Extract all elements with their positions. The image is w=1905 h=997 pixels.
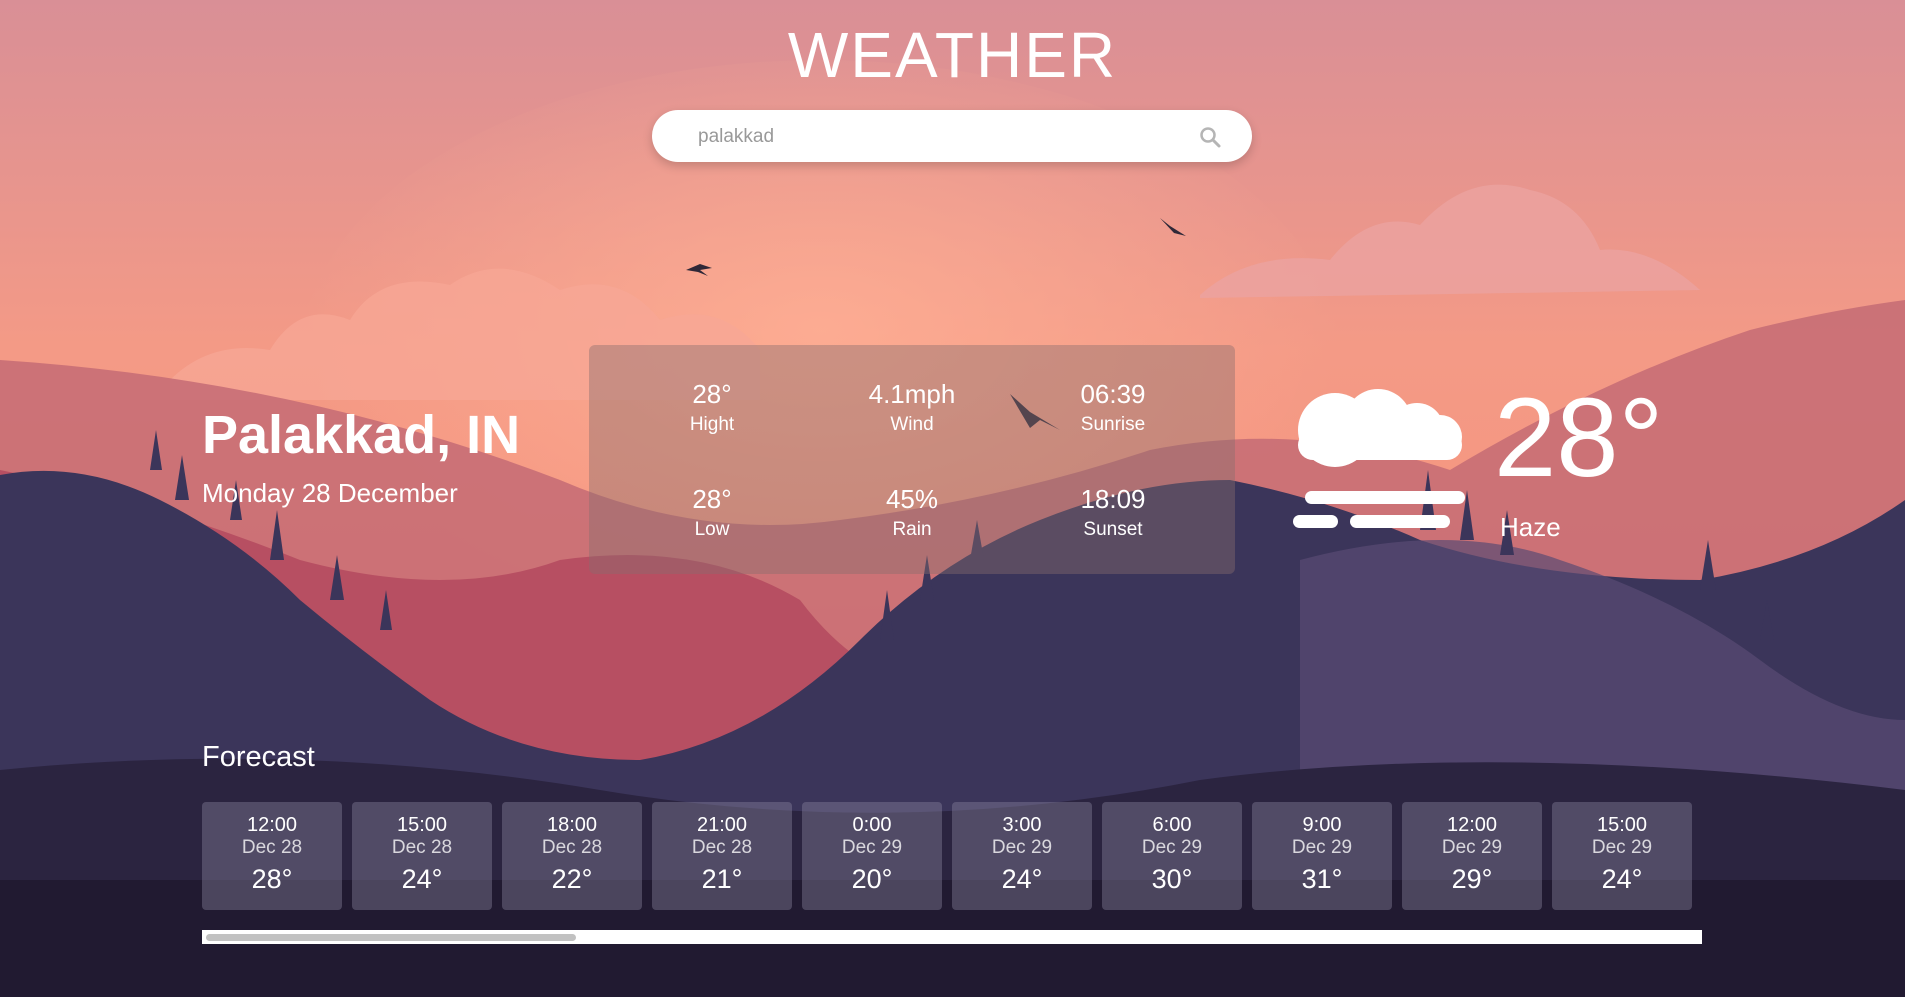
forecast-date: Dec 28 [241, 837, 303, 858]
forecast-time: 15:00 [396, 814, 448, 836]
forecast-temp: 30° [1151, 864, 1193, 894]
forecast-time: 0:00 [852, 814, 892, 836]
forecast-time: 6:00 [1152, 814, 1192, 836]
forecast-time: 12:00 [246, 814, 298, 836]
search-input[interactable] [696, 110, 1180, 164]
forecast-date: Dec 28 [541, 837, 603, 858]
forecast-time: 9:00 [1302, 814, 1342, 836]
stat-value: 18:09 [1080, 484, 1146, 514]
forecast-date: Dec 29 [841, 837, 903, 858]
forecast-date: Dec 29 [1291, 837, 1353, 858]
stat-label: Sunset [1083, 519, 1143, 540]
forecast-time: 3:00 [1002, 814, 1042, 836]
stat-value: 28° [692, 379, 732, 409]
stat-label: Low [694, 519, 730, 540]
stats-panel: 28° Hight 4.1mph Wind 06:39 Sunrise 28° … [589, 345, 1235, 574]
weather-condition: Haze [1500, 512, 1561, 542]
stat-low: 28° Low [612, 484, 812, 543]
stat-label: Hight [689, 414, 735, 435]
forecast-time: 15:00 [1596, 814, 1648, 836]
forecast-card: 15:00 Dec 29 24° [1552, 802, 1692, 910]
forecast-date: Dec 29 [1441, 837, 1503, 858]
stat-label: Sunrise [1080, 414, 1146, 435]
forecast-temp: 21° [701, 864, 743, 894]
forecast-card: 3:00 Dec 29 24° [952, 802, 1092, 910]
forecast-date: Dec 28 [691, 837, 753, 858]
current-date: Monday 28 December [202, 478, 458, 508]
forecast-date: Dec 29 [1591, 837, 1653, 858]
forecast-card: 12:00 Dec 29 29° [1402, 802, 1542, 910]
stat-value: 28° [692, 484, 732, 514]
forecast-scrollbar[interactable] [202, 930, 1702, 944]
forecast-temp: 28° [251, 864, 293, 894]
forecast-card: 9:00 Dec 29 31° [1252, 802, 1392, 910]
stat-value: 45% [885, 484, 939, 514]
scrollbar-thumb[interactable] [206, 934, 576, 941]
stat-sunrise: 06:39 Sunrise [1013, 379, 1213, 438]
forecast-card: 18:00 Dec 28 22° [502, 802, 642, 910]
forecast-date: Dec 28 [391, 837, 453, 858]
forecast-card: 6:00 Dec 29 30° [1102, 802, 1242, 910]
location-name: Palakkad, IN [202, 405, 521, 465]
stat-sunset: 18:09 Sunset [1013, 484, 1213, 543]
stat-wind: 4.1mph Wind [812, 379, 1012, 438]
forecast-card: 0:00 Dec 29 20° [802, 802, 942, 910]
forecast-time: 18:00 [546, 814, 598, 836]
stat-value: 4.1mph [868, 379, 956, 409]
stat-high: 28° Hight [612, 379, 812, 438]
forecast-temp: 24° [1601, 864, 1643, 894]
forecast-temp: 24° [401, 864, 443, 894]
forecast-date: Dec 29 [1141, 837, 1203, 858]
stat-label: Rain [892, 519, 932, 540]
forecast-card: 21:00 Dec 28 21° [652, 802, 792, 910]
forecast-temp: 22° [551, 864, 593, 894]
haze-icon [1293, 389, 1465, 528]
forecast-temp: 31° [1301, 864, 1343, 894]
app-title: WEATHER [787, 19, 1118, 91]
forecast-time: 12:00 [1446, 814, 1498, 836]
stat-label: Wind [890, 414, 934, 435]
forecast-temp: 29° [1451, 864, 1493, 894]
forecast-time: 21:00 [696, 814, 748, 836]
forecast-card: 15:00 Dec 28 24° [352, 802, 492, 910]
forecast-title: Forecast [202, 741, 315, 773]
forecast-temp: 20° [851, 864, 893, 894]
forecast-temp: 24° [1001, 864, 1043, 894]
current-temperature: 28° [1494, 375, 1664, 500]
forecast-card: 12:00 Dec 28 28° [202, 802, 342, 910]
search-bar[interactable] [652, 110, 1252, 164]
forecast-date: Dec 29 [991, 837, 1053, 858]
stat-value: 06:39 [1080, 379, 1146, 409]
forecast-list[interactable]: 12:00 Dec 28 28° 15:00 Dec 28 24° 18:00 … [202, 802, 1702, 910]
stat-rain: 45% Rain [812, 484, 1012, 543]
search-icon[interactable] [1198, 125, 1222, 149]
